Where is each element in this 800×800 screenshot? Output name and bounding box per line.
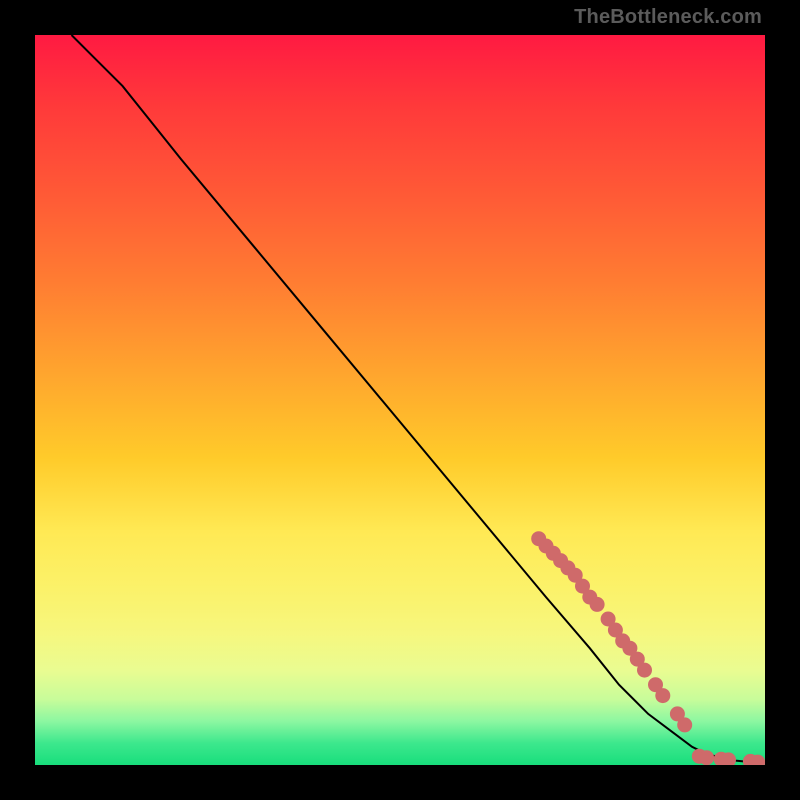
data-points bbox=[531, 531, 765, 765]
data-point bbox=[677, 717, 692, 732]
data-point bbox=[655, 688, 670, 703]
curve-line bbox=[72, 35, 766, 763]
plot-area bbox=[35, 35, 765, 765]
data-point bbox=[637, 663, 652, 678]
chart-container: TheBottleneck.com bbox=[0, 0, 800, 800]
data-point bbox=[699, 750, 714, 765]
watermark-text: TheBottleneck.com bbox=[574, 6, 762, 29]
chart-svg bbox=[35, 35, 765, 765]
data-point bbox=[590, 597, 605, 612]
